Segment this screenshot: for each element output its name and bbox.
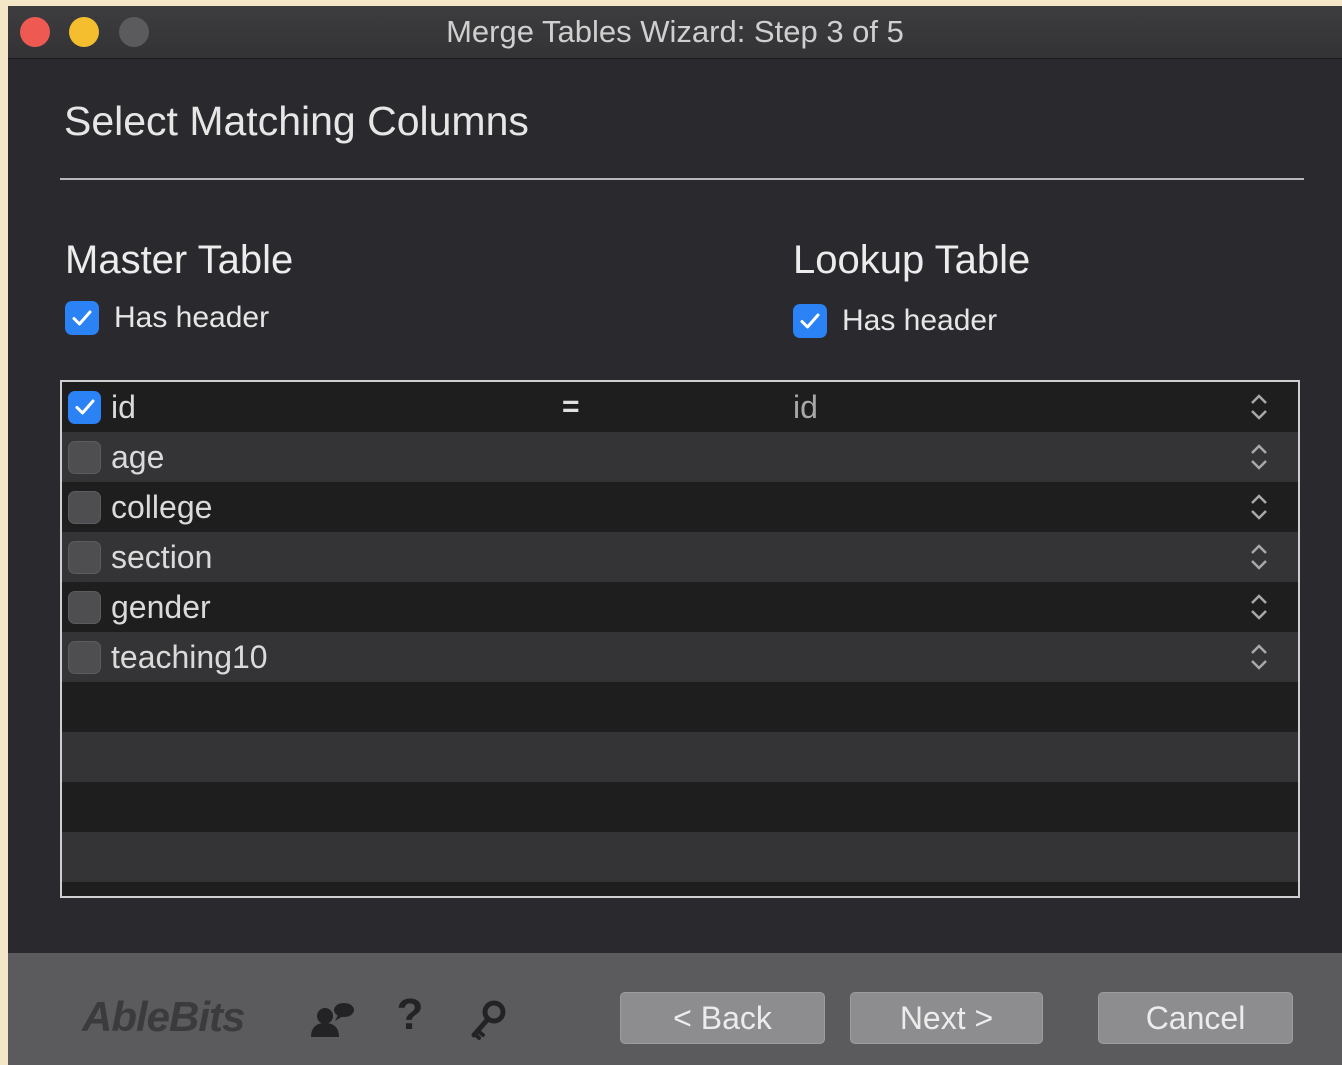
column-row-teaching10[interactable]: teaching10: [62, 632, 1298, 682]
wizard-window: Merge Tables Wizard: Step 3 of 5 Select …: [8, 6, 1342, 1065]
empty-row: [62, 832, 1298, 882]
column-row-college[interactable]: college: [62, 482, 1298, 532]
window-title: Merge Tables Wizard: Step 3 of 5: [446, 14, 904, 49]
wizard-footer: AbleBits ? < Back Next > Cancel: [8, 953, 1342, 1065]
column-row-gender[interactable]: gender: [62, 582, 1298, 632]
empty-row: [62, 882, 1298, 896]
column-checkbox[interactable]: [68, 390, 101, 424]
title-divider: [60, 178, 1304, 180]
column-checkbox[interactable]: [68, 640, 101, 674]
lookup-column-stepper-icon[interactable]: [1248, 541, 1270, 573]
master-column-name: id: [111, 388, 136, 425]
lookup-has-header-label: Has header: [842, 304, 998, 337]
checkbox-checked-icon[interactable]: [65, 301, 99, 335]
master-has-header-checkbox[interactable]: Has header: [65, 301, 269, 335]
back-button[interactable]: < Back: [620, 992, 825, 1044]
master-table-title: Master Table: [65, 238, 294, 282]
column-row-section[interactable]: section: [62, 532, 1298, 582]
master-column-name: age: [111, 438, 165, 475]
lookup-has-header-checkbox[interactable]: Has header: [793, 304, 997, 338]
empty-row: [62, 732, 1298, 782]
master-column-name: section: [111, 538, 213, 575]
next-button[interactable]: Next >: [850, 992, 1043, 1044]
lookup-column-stepper-icon[interactable]: [1248, 441, 1270, 473]
page-title: Select Matching Columns: [64, 98, 529, 144]
ablebits-logo[interactable]: AbleBits: [82, 993, 245, 1041]
column-checkbox[interactable]: [68, 540, 101, 574]
help-icon[interactable]: ?: [390, 993, 430, 1037]
lookup-column-stepper-icon[interactable]: [1248, 491, 1270, 523]
lookup-column-stepper-icon[interactable]: [1248, 641, 1270, 673]
column-matching-grid: id = id age college section gender teach…: [60, 380, 1300, 898]
key-icon[interactable]: [464, 999, 514, 1043]
checkbox-checked-icon[interactable]: [793, 304, 827, 338]
master-has-header-label: Has header: [114, 301, 270, 334]
master-column-name: teaching10: [111, 638, 268, 675]
lookup-table-title: Lookup Table: [793, 238, 1031, 282]
users-icon[interactable]: [308, 999, 358, 1043]
lookup-column-select-value[interactable]: id: [793, 389, 818, 426]
cancel-button[interactable]: Cancel: [1098, 992, 1293, 1044]
empty-row: [62, 782, 1298, 832]
master-column-name: college: [111, 488, 213, 525]
master-column-name: gender: [111, 588, 211, 625]
column-checkbox[interactable]: [68, 490, 101, 524]
column-row-id[interactable]: id = id: [62, 382, 1298, 432]
column-checkbox[interactable]: [68, 590, 101, 624]
match-operator: =: [562, 390, 580, 423]
column-row-age[interactable]: age: [62, 432, 1298, 482]
title-bar: Merge Tables Wizard: Step 3 of 5: [8, 6, 1342, 59]
lookup-column-stepper-icon[interactable]: [1248, 591, 1270, 623]
lookup-column-stepper-icon[interactable]: [1248, 391, 1270, 423]
empty-row: [62, 682, 1298, 732]
column-checkbox[interactable]: [68, 440, 101, 474]
